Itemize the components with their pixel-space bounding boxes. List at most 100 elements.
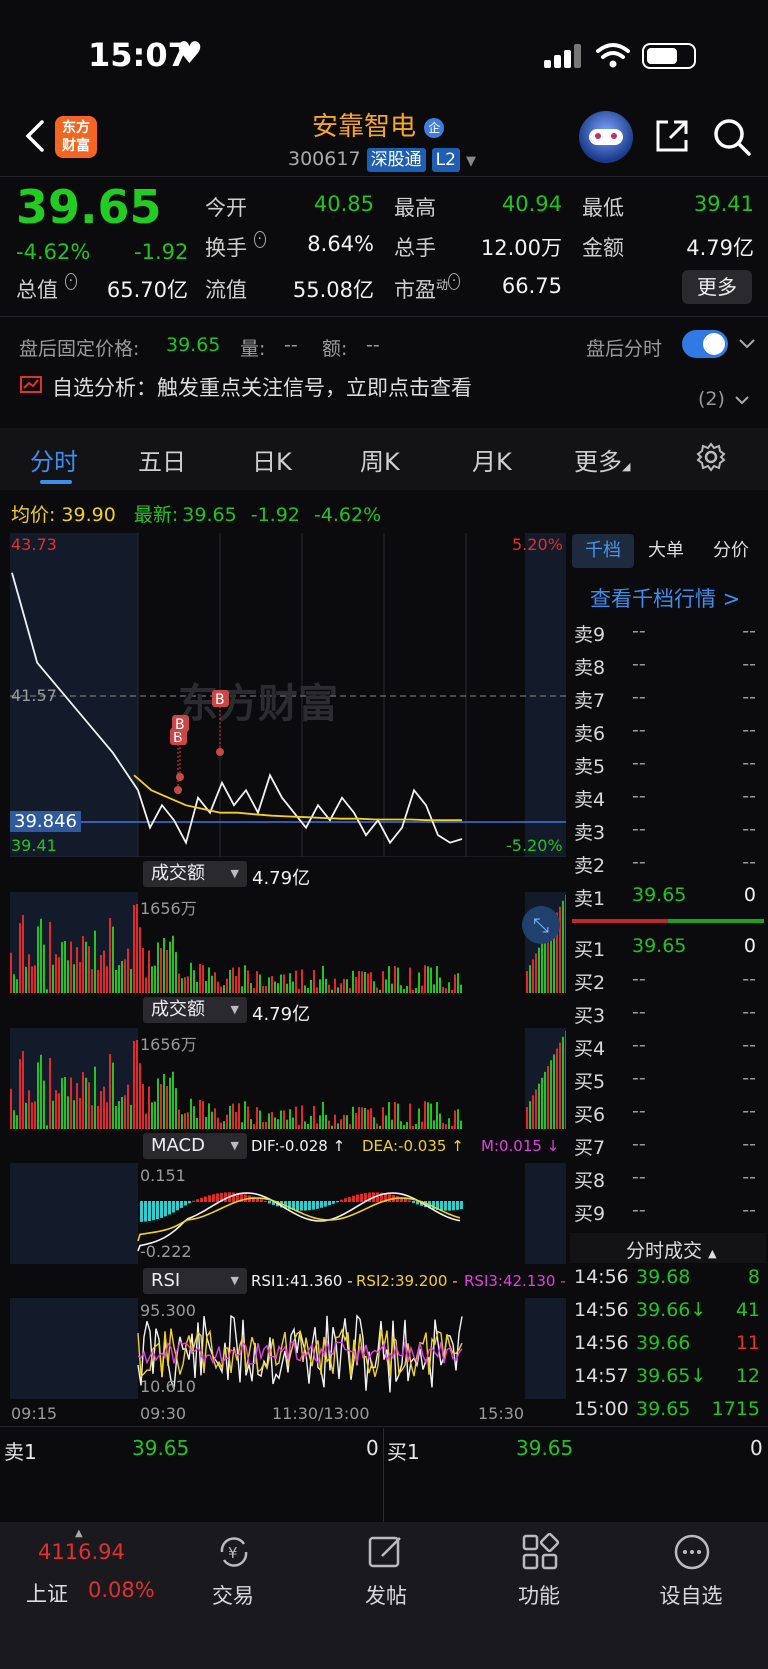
chevron-down-icon[interactable] xyxy=(738,337,756,351)
robot-avatar[interactable] xyxy=(579,111,633,163)
tab-five-day[interactable]: 五日 xyxy=(138,442,186,477)
volume-bar xyxy=(64,1076,66,1129)
stock-code-row[interactable]: 300617 深股通 L2 ▼ xyxy=(288,148,476,172)
tab-monthly-k[interactable]: 月K xyxy=(472,442,512,477)
ask-row[interactable]: 卖2 -- -- xyxy=(574,851,764,883)
tab-price-distribution[interactable]: 分价 xyxy=(713,534,749,568)
volume-bar xyxy=(412,989,414,993)
buy-signal-marker[interactable]: B xyxy=(170,728,187,794)
low-value: 39.41 xyxy=(693,192,754,216)
bid-row[interactable]: 买7 -- -- xyxy=(574,1133,764,1165)
volume-bar xyxy=(133,1040,135,1129)
ask-row[interactable]: 卖7 -- -- xyxy=(574,686,764,718)
alert-bar[interactable]: 自选分析：触发重点关注信号，立即点击查看 (2) xyxy=(0,364,768,432)
tab-daily-k[interactable]: 日K xyxy=(252,442,292,477)
volume-bar xyxy=(382,1107,384,1129)
bid-row[interactable]: 买3 -- -- xyxy=(574,1001,764,1033)
turnover-label[interactable]: 换手 · xyxy=(205,231,266,262)
back-icon[interactable] xyxy=(22,118,48,154)
volume-bar xyxy=(388,966,390,993)
ask-row[interactable]: 卖5 -- -- xyxy=(574,752,764,784)
volume-bar xyxy=(88,1082,90,1129)
bid-row[interactable]: 买9 -- -- xyxy=(574,1199,764,1231)
ask-row[interactable]: 卖1 39.65 0 xyxy=(574,884,764,916)
volume-bar xyxy=(355,1112,357,1129)
bid-volume: -- xyxy=(742,1001,756,1023)
bid-row[interactable]: 买5 -- -- xyxy=(574,1067,764,1099)
volume-bar xyxy=(115,970,117,993)
ask-row[interactable]: 卖4 -- -- xyxy=(574,785,764,817)
volume-bar xyxy=(286,983,288,993)
macd-bar xyxy=(260,1199,263,1202)
trade-icon[interactable]: ¥ xyxy=(214,1532,254,1572)
functions-icon[interactable] xyxy=(520,1532,560,1572)
tab-thousand-level[interactable]: 千档 xyxy=(572,534,634,568)
trade-time: 15:00 xyxy=(574,1398,629,1420)
volume-bar xyxy=(91,969,93,993)
index-name: 上证 xyxy=(26,1582,68,1606)
bid-row[interactable]: 买1 39.65 0 xyxy=(574,935,764,967)
macd-bar xyxy=(460,1201,463,1210)
nav-functions[interactable]: 功能 xyxy=(484,1580,594,1610)
macd-selector[interactable]: MACD ▼ xyxy=(143,1133,247,1159)
search-icon[interactable] xyxy=(712,117,752,157)
tab-more[interactable]: 更多◢ xyxy=(574,442,630,477)
tab-weekly-k[interactable]: 周K xyxy=(360,442,400,477)
ask-price: 39.65 xyxy=(632,884,687,906)
ask-label: 卖7 xyxy=(574,690,606,712)
index-change: 0.08% xyxy=(88,1578,155,1602)
volume-bar xyxy=(343,978,345,993)
more-button[interactable]: 更多 xyxy=(682,270,752,304)
market-cap-label[interactable]: 总值 · xyxy=(16,273,77,304)
trade-time: 14:57 xyxy=(574,1365,629,1387)
buy-signal-marker[interactable]: B xyxy=(172,715,189,781)
bid-row[interactable]: 买6 -- -- xyxy=(574,1100,764,1132)
volume-bar xyxy=(250,983,252,993)
bid-row[interactable]: 买4 -- -- xyxy=(574,1034,764,1066)
more-dots-icon[interactable] xyxy=(672,1532,712,1572)
after-hours-toggle[interactable] xyxy=(682,330,728,358)
volume-bar xyxy=(73,1100,75,1129)
volume-bar xyxy=(283,974,285,993)
rsi-selector[interactable]: RSI ▼ xyxy=(143,1268,247,1294)
volume-bar xyxy=(199,1099,201,1129)
tab-intraday[interactable]: 分时 xyxy=(30,442,78,477)
trades-title[interactable]: 分时成交 ▲ xyxy=(626,1236,717,1263)
ask-row[interactable]: 卖9 -- -- xyxy=(574,620,764,652)
ask-row[interactable]: 卖8 -- -- xyxy=(574,653,764,685)
post-icon[interactable] xyxy=(366,1532,406,1572)
volume-bar xyxy=(391,983,393,993)
chart-watermark: 东方财富 xyxy=(178,681,338,727)
volume-indicator-selector-1[interactable]: 成交额 ▼ xyxy=(143,861,247,887)
ask-row[interactable]: 卖6 -- -- xyxy=(574,719,764,751)
volume-indicator-selector-2[interactable]: 成交额 ▼ xyxy=(143,997,247,1023)
volume-bar xyxy=(127,1084,129,1129)
tab-large-orders[interactable]: 大单 xyxy=(648,534,684,568)
settings-icon[interactable] xyxy=(696,442,726,472)
volume-bar xyxy=(43,944,45,993)
bid-row[interactable]: 买2 -- -- xyxy=(574,968,764,1000)
volume-bar xyxy=(64,940,66,993)
expand-icon[interactable]: ⤡ xyxy=(522,906,560,944)
nav-post[interactable]: 发帖 xyxy=(331,1580,441,1610)
pe-label[interactable]: 市盈动 · xyxy=(394,273,461,304)
volume-bar xyxy=(367,1109,369,1129)
view-thousand-level-link[interactable]: 查看千档行情 > xyxy=(590,583,740,613)
volume-bar xyxy=(373,1117,375,1129)
bid-row[interactable]: 买8 -- -- xyxy=(574,1166,764,1198)
intraday-chart[interactable]: 东方财富 BBB xyxy=(10,533,566,857)
ask-row[interactable]: 卖3 -- -- xyxy=(574,818,764,850)
volume-bar xyxy=(526,1107,528,1129)
rsi2-value: RSI2:39.200 - xyxy=(356,1272,458,1290)
bid-price: -- xyxy=(632,968,646,990)
volume-bar xyxy=(541,1077,543,1129)
volume-bar xyxy=(316,987,318,993)
volume-bar xyxy=(307,1124,309,1129)
index-widget[interactable]: ▲ 4116.94 上证 0.08% xyxy=(20,1528,170,1610)
bid-price: -- xyxy=(632,1199,646,1221)
nav-trade[interactable]: 交易 xyxy=(178,1580,288,1610)
volume-bar xyxy=(82,1072,84,1129)
share-icon[interactable] xyxy=(654,118,690,154)
volume-bar xyxy=(532,959,534,993)
nav-add-watchlist[interactable]: 设自选 xyxy=(636,1580,746,1610)
